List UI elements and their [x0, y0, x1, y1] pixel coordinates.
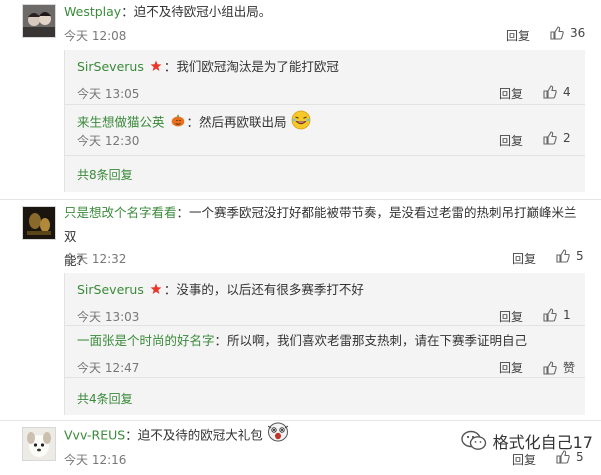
like-count: 2	[563, 131, 571, 145]
avatar[interactable]	[22, 4, 56, 38]
thumbs-up-icon	[543, 85, 557, 99]
timestamp: 今天 12:16	[64, 453, 127, 467]
like-count: 1	[563, 308, 571, 322]
username[interactable]: Westplay	[64, 4, 121, 19]
username[interactable]: SirSeverus	[77, 59, 144, 74]
show-more-replies-link[interactable]: 共4条回复	[77, 390, 133, 407]
username[interactable]: 一面张是个时尚的好名字	[77, 333, 215, 348]
thumbs-up-icon	[543, 360, 557, 375]
wechat-icon	[460, 430, 486, 450]
comment-text: Westplay：迫不及待欧冠小组出局。	[64, 4, 272, 19]
avatar[interactable]	[22, 427, 56, 461]
reply-button[interactable]: 回复	[499, 359, 523, 376]
like-count: 4	[563, 85, 571, 99]
divider	[65, 325, 585, 326]
shocked-face-emoji-icon	[267, 422, 289, 450]
divider	[65, 104, 585, 105]
thumbs-up-icon	[543, 131, 557, 145]
thumbs-up-icon	[556, 249, 570, 263]
reply-button[interactable]: 回复	[499, 132, 523, 149]
timestamp: 今天 12:08	[64, 29, 127, 43]
divider	[0, 420, 601, 421]
like-label: 赞	[563, 361, 576, 375]
replies-box: SirSeverus ：没事的，以后还有很多赛季打不好 今天 13:03 回复 …	[64, 273, 585, 415]
reply-button[interactable]: 回复	[499, 85, 523, 102]
divider	[65, 377, 585, 378]
like-button[interactable]: 4	[543, 85, 571, 99]
username[interactable]: Vvv-REUS	[64, 428, 125, 443]
replies-box: SirSeverus ：我们欧冠淘汰是为了能打欧冠 今天 13:05 回复 4 …	[64, 50, 585, 192]
reply-button[interactable]: 回复	[506, 27, 530, 44]
divider	[65, 155, 585, 156]
timestamp: 今天 12:30	[77, 134, 140, 148]
show-more-replies-link[interactable]: 共8条回复	[77, 166, 133, 183]
like-button[interactable]: 2	[543, 131, 571, 145]
username[interactable]: SirSeverus	[77, 282, 144, 297]
reply-button[interactable]: 回复	[512, 250, 536, 267]
star-badge-icon	[150, 281, 162, 301]
pumpkin-badge-icon	[171, 113, 185, 133]
timestamp: 今天 13:05	[77, 87, 140, 101]
comment-text: 只是想改个名字看看：一个赛季欧冠没打好都能被带节奏，是没看过老雷的热刺吊打巅峰米…	[64, 205, 577, 268]
like-button[interactable]: 36	[550, 26, 585, 40]
like-count: 5	[576, 249, 584, 263]
laughing-emoji-icon	[291, 110, 311, 136]
username[interactable]: 来生想做猫公英	[77, 115, 165, 130]
watermark-text: 格式化自己17	[492, 433, 593, 452]
thumbs-up-icon	[543, 308, 557, 322]
like-button[interactable]: 赞	[543, 359, 575, 376]
timestamp: 今天 12:47	[77, 361, 140, 375]
reply-button[interactable]: 回复	[499, 308, 523, 325]
timestamp: 今天 12:32	[64, 252, 127, 266]
divider	[0, 199, 601, 200]
username[interactable]: 只是想改个名字看看	[64, 205, 177, 220]
reply-button[interactable]: 回复	[512, 451, 536, 468]
like-button[interactable]: 1	[543, 308, 571, 322]
timestamp: 今天 13:03	[77, 310, 140, 324]
thumbs-up-icon	[550, 26, 564, 40]
watermark: 格式化自己17	[460, 429, 593, 453]
avatar[interactable]	[22, 206, 56, 240]
star-badge-icon	[150, 58, 162, 78]
like-button[interactable]: 5	[556, 249, 584, 263]
like-count: 36	[570, 26, 586, 40]
